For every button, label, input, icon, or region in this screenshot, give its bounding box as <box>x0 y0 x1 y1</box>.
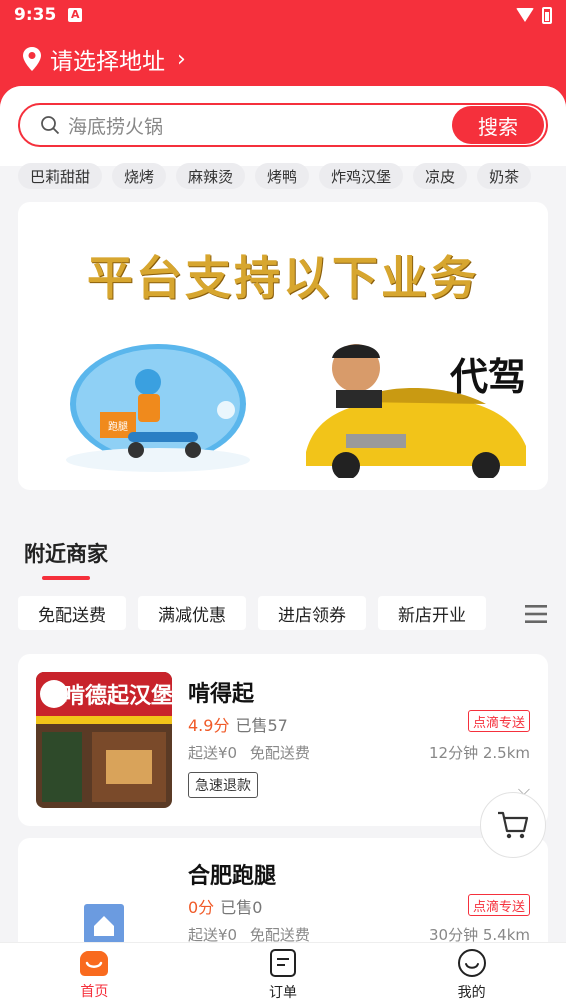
title-underline <box>42 576 90 580</box>
status-bar: 9:35 A <box>0 0 566 30</box>
keyword-chip[interactable]: 烤鸭 <box>255 163 310 189</box>
search-bar: 海底捞火锅 搜索 <box>18 103 548 147</box>
promo-banner[interactable]: 平台支持以下业务 跑腿 代驾 <box>18 202 548 490</box>
rating-value: 0分 <box>188 898 215 917</box>
merchant-thumbnail: 啃德起汉堡 <box>36 672 172 808</box>
search-button[interactable]: 搜索 <box>452 106 544 144</box>
filter-tabs: 免配送费 满减优惠 进店领券 新店开业 <box>18 596 486 630</box>
tab-profile[interactable]: 我的 <box>377 943 566 1006</box>
filter-new-store[interactable]: 新店开业 <box>378 596 486 630</box>
free-delivery: 免配送费 <box>249 744 310 762</box>
chevron-right-icon: › <box>177 46 186 72</box>
nearby-merchants-title: 附近商家 <box>24 542 108 566</box>
delivery-tag: 点滴专送 <box>467 710 530 732</box>
filter-coupon[interactable]: 进店领券 <box>258 596 366 630</box>
min-order: 起送¥0 <box>188 744 238 762</box>
time-distance: 12分钟 2.5km <box>428 744 530 762</box>
profile-icon <box>457 948 486 977</box>
banner-headline: 平台支持以下业务 <box>87 251 479 305</box>
sign-text: 啃德起汉堡 <box>63 683 172 709</box>
tab-home[interactable]: 首页 <box>0 943 189 1006</box>
keyword-chip[interactable]: 奶茶 <box>477 163 532 189</box>
tab-orders[interactable]: 订单 <box>189 943 378 1006</box>
merchant-card[interactable]: 啃德起汉堡 啃得起 4.9分 已售57 点滴专送 起送¥0 免配送费 12分钟 2… <box>18 654 548 826</box>
merchant-rating: 0分 已售0 <box>188 894 262 918</box>
notification-a-icon: A <box>68 8 83 22</box>
cart-icon <box>498 811 529 839</box>
tab-orders-label: 订单 <box>269 984 297 1001</box>
location-pin-icon <box>23 47 41 71</box>
home-icon <box>80 950 109 976</box>
menu-icon[interactable] <box>525 604 547 624</box>
filter-free-delivery[interactable]: 免配送费 <box>18 596 126 630</box>
courier-illustration: 跑腿 <box>66 344 250 472</box>
refund-badge: 急速退款 <box>188 772 258 798</box>
merchant-rating: 4.9分 已售57 <box>188 712 288 736</box>
keyword-chip[interactable]: 麻辣烫 <box>176 163 246 189</box>
battery-icon <box>542 6 552 24</box>
rating-value: 4.9分 <box>188 716 230 735</box>
orders-icon <box>270 948 296 977</box>
sold-count: 已售57 <box>235 716 288 735</box>
keyword-chip[interactable]: 巴莉甜甜 <box>18 163 103 189</box>
keyword-chip[interactable]: 凉皮 <box>413 163 468 189</box>
bottom-tab-bar: 首页 订单 我的 <box>0 942 566 1006</box>
fee-info: 起送¥0 免配送费 <box>188 742 310 763</box>
cart-button[interactable] <box>480 792 546 858</box>
filter-discount[interactable]: 满减优惠 <box>138 596 246 630</box>
status-time: 9:35 <box>14 5 57 25</box>
wifi-icon <box>516 8 534 22</box>
address-selector[interactable]: 请选择地址 › <box>0 30 566 88</box>
sold-count: 已售0 <box>220 898 263 917</box>
driver-illustration: 代驾 <box>286 342 536 480</box>
merchant-card[interactable]: 合肥跑腿 0分 已售0 点滴专送 起送¥0 免配送费 30分钟 5.4km <box>18 838 548 992</box>
hot-keyword-chips: 巴莉甜甜 烧烤 麻辣烫 烤鸭 炸鸡汉堡 凉皮 奶茶 <box>18 163 532 189</box>
search-input[interactable]: 海底捞火锅 <box>68 112 452 139</box>
search-icon <box>41 116 60 135</box>
driver-label: 代驾 <box>449 354 526 399</box>
keyword-chip[interactable]: 烧烤 <box>112 163 167 189</box>
delivery-tag: 点滴专送 <box>467 894 530 916</box>
tab-home-label: 首页 <box>80 983 109 1000</box>
merchant-name: 啃得起 <box>188 682 255 707</box>
address-label: 请选择地址 <box>50 49 165 75</box>
keyword-chip[interactable]: 炸鸡汉堡 <box>319 163 404 189</box>
merchant-name: 合肥跑腿 <box>188 864 277 889</box>
courier-box-text: 跑腿 <box>108 420 128 433</box>
tab-profile-label: 我的 <box>457 984 486 1001</box>
